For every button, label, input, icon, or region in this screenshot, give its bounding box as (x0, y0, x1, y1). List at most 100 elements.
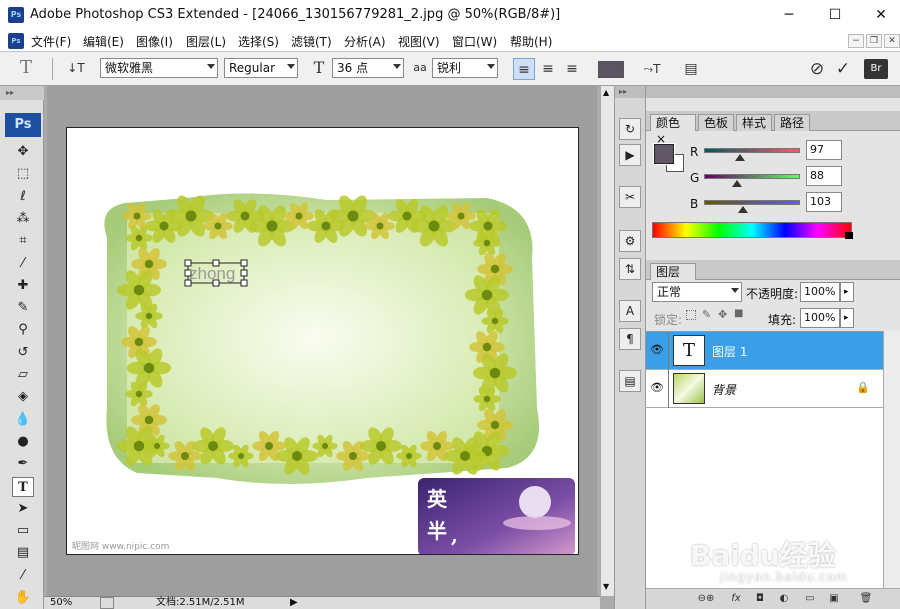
b-slider[interactable] (704, 200, 800, 205)
rectangle-tool[interactable]: ▭ (12, 521, 34, 541)
status-icon[interactable] (100, 597, 114, 609)
layer-name[interactable]: 图层 1 (712, 343, 747, 360)
tool-preset-icon[interactable]: T (12, 57, 40, 79)
add-mask-icon[interactable]: ◘ (752, 592, 768, 606)
new-group-icon[interactable]: ▭ (802, 592, 818, 606)
palettes-icon[interactable]: ▤ (680, 58, 702, 80)
menu-filter[interactable]: 滤镜(T) (291, 33, 332, 50)
b-slider-thumb[interactable] (737, 206, 748, 213)
warp-text-icon[interactable]: ⤳T (640, 58, 664, 80)
menu-image[interactable]: 图像(I) (136, 33, 173, 50)
notes-tool[interactable]: ▤ (12, 543, 34, 563)
align-center-button[interactable]: ≡ (537, 58, 559, 80)
lasso-tool[interactable]: ℓ (12, 187, 34, 207)
g-slider[interactable] (704, 174, 800, 179)
tab-styles[interactable]: 样式 (736, 114, 773, 131)
menu-analysis[interactable]: 分析(A) (344, 33, 386, 50)
g-value-input[interactable]: 88 (806, 166, 842, 186)
delete-layer-icon[interactable]: 🗑 (858, 592, 874, 606)
new-layer-icon[interactable]: ▣ (826, 592, 842, 606)
layer-row[interactable]: 👁 背景 🔒 (646, 370, 883, 408)
blur-tool[interactable]: 💧 (12, 410, 34, 430)
photoshop-logo[interactable]: Ps (5, 113, 41, 137)
dock-paragraph-button[interactable]: ¶ (619, 328, 641, 350)
fill-input[interactable]: 100% (800, 308, 840, 328)
move-tool[interactable]: ✥ (12, 142, 34, 162)
opacity-input[interactable]: 100% (800, 282, 840, 302)
document-icon[interactable]: Ps (8, 33, 24, 49)
eyedropper-tool[interactable]: ⁄ (12, 254, 34, 274)
dock-tool-presets-button[interactable]: ✂ (619, 186, 641, 208)
doc-restore-button[interactable]: ❐ (866, 34, 882, 48)
menu-layer[interactable]: 图层(L) (186, 33, 226, 50)
dock-layer-comps-button[interactable]: ▤ (619, 370, 641, 392)
doc-minimize-button[interactable]: − (848, 34, 864, 48)
text-orientation-icon[interactable]: ↓T (64, 57, 88, 79)
close-button[interactable]: ✕ (858, 0, 900, 31)
color-ramp-black[interactable] (845, 232, 853, 239)
dock-history-button[interactable]: ↻ (619, 118, 641, 140)
image-layer-thumbnail[interactable] (673, 373, 705, 404)
layer-name[interactable]: 背景 (712, 381, 736, 398)
zoom-level[interactable]: 50% (50, 597, 72, 609)
r-slider-thumb[interactable] (735, 154, 746, 161)
menu-view[interactable]: 视图(V) (398, 33, 440, 50)
font-size-select[interactable]: 36 点 (332, 58, 404, 78)
healing-brush-tool[interactable]: ✚ (12, 276, 34, 296)
antialias-select[interactable]: 锐利 (432, 58, 498, 78)
foreground-color-swatch[interactable] (653, 143, 675, 165)
panel-grip[interactable] (646, 86, 900, 98)
tab-swatches[interactable]: 色板 (698, 114, 735, 131)
menu-window[interactable]: 窗口(W) (452, 33, 497, 50)
adjustment-layer-icon[interactable]: ◐ (776, 592, 792, 606)
type-layer-thumbnail[interactable]: T (673, 335, 705, 366)
menu-select[interactable]: 选择(S) (238, 33, 279, 50)
lock-position-icon[interactable]: ✥ (718, 308, 727, 321)
lock-all-icon[interactable]: ■ (734, 308, 743, 319)
tab-layers[interactable]: 图层 × (650, 263, 696, 295)
align-right-button[interactable]: ≡ (561, 58, 583, 80)
layers-scrollbar[interactable] (883, 331, 900, 588)
cancel-edits-icon[interactable]: ⊘ (806, 58, 828, 80)
opacity-flyout-button[interactable]: ▸ (840, 282, 854, 302)
path-selection-tool[interactable]: ➤ (12, 499, 34, 519)
maximize-button[interactable]: ☐ (812, 0, 858, 31)
doc-close-button[interactable]: ✕ (884, 34, 900, 48)
eye-icon[interactable]: 👁 (650, 343, 664, 357)
pen-tool[interactable]: ✒ (12, 454, 34, 474)
menu-file[interactable]: 文件(F) (31, 33, 71, 50)
history-brush-tool[interactable]: ↺ (12, 343, 34, 363)
dock-character-button[interactable]: A (619, 300, 641, 322)
lock-image-icon[interactable]: ✎ (702, 308, 711, 321)
text-layer-content[interactable]: zhong (189, 264, 235, 283)
text-color-swatch[interactable] (598, 61, 624, 78)
brush-tool[interactable]: ✎ (12, 298, 34, 318)
menu-help[interactable]: 帮助(H) (510, 33, 552, 50)
marquee-tool[interactable]: ⬚ (12, 164, 34, 184)
minimize-button[interactable]: ─ (766, 0, 812, 31)
scroll-down-icon[interactable]: ▼ (603, 582, 609, 591)
fx-icon[interactable]: fx (728, 592, 744, 606)
toolbox-grip[interactable]: ▸▸ (0, 86, 44, 100)
paint-bucket-tool[interactable]: ◈ (12, 387, 34, 407)
fill-flyout-button[interactable]: ▸ (840, 308, 854, 328)
type-tool[interactable]: T (12, 476, 34, 497)
commit-edits-icon[interactable]: ✓ (832, 58, 854, 80)
eraser-tool[interactable]: ▱ (12, 365, 34, 385)
r-slider[interactable] (704, 148, 800, 153)
dodge-tool[interactable]: ● (12, 432, 34, 452)
menu-edit[interactable]: 编辑(E) (83, 33, 124, 50)
color-ramp[interactable] (652, 222, 852, 238)
font-family-select[interactable]: 微软雅黑 (100, 58, 218, 78)
eyedropper2-tool[interactable]: ⁄ (12, 566, 34, 586)
tab-paths[interactable]: 路径 (774, 114, 811, 131)
scroll-up-icon[interactable]: ▲ (603, 88, 609, 97)
hand-tool[interactable]: ✋ (12, 588, 34, 608)
status-menu-arrow[interactable]: ▶ (290, 597, 298, 609)
r-value-input[interactable]: 97 (806, 140, 842, 160)
crop-tool[interactable]: ⌗ (12, 231, 34, 251)
link-layers-icon[interactable]: ⊖⊕ (692, 592, 720, 606)
blend-mode-select[interactable]: 正常 (652, 282, 742, 302)
tab-color[interactable]: 颜色 × (650, 114, 696, 146)
layer-row[interactable]: 👁 T 图层 1 (646, 332, 883, 370)
